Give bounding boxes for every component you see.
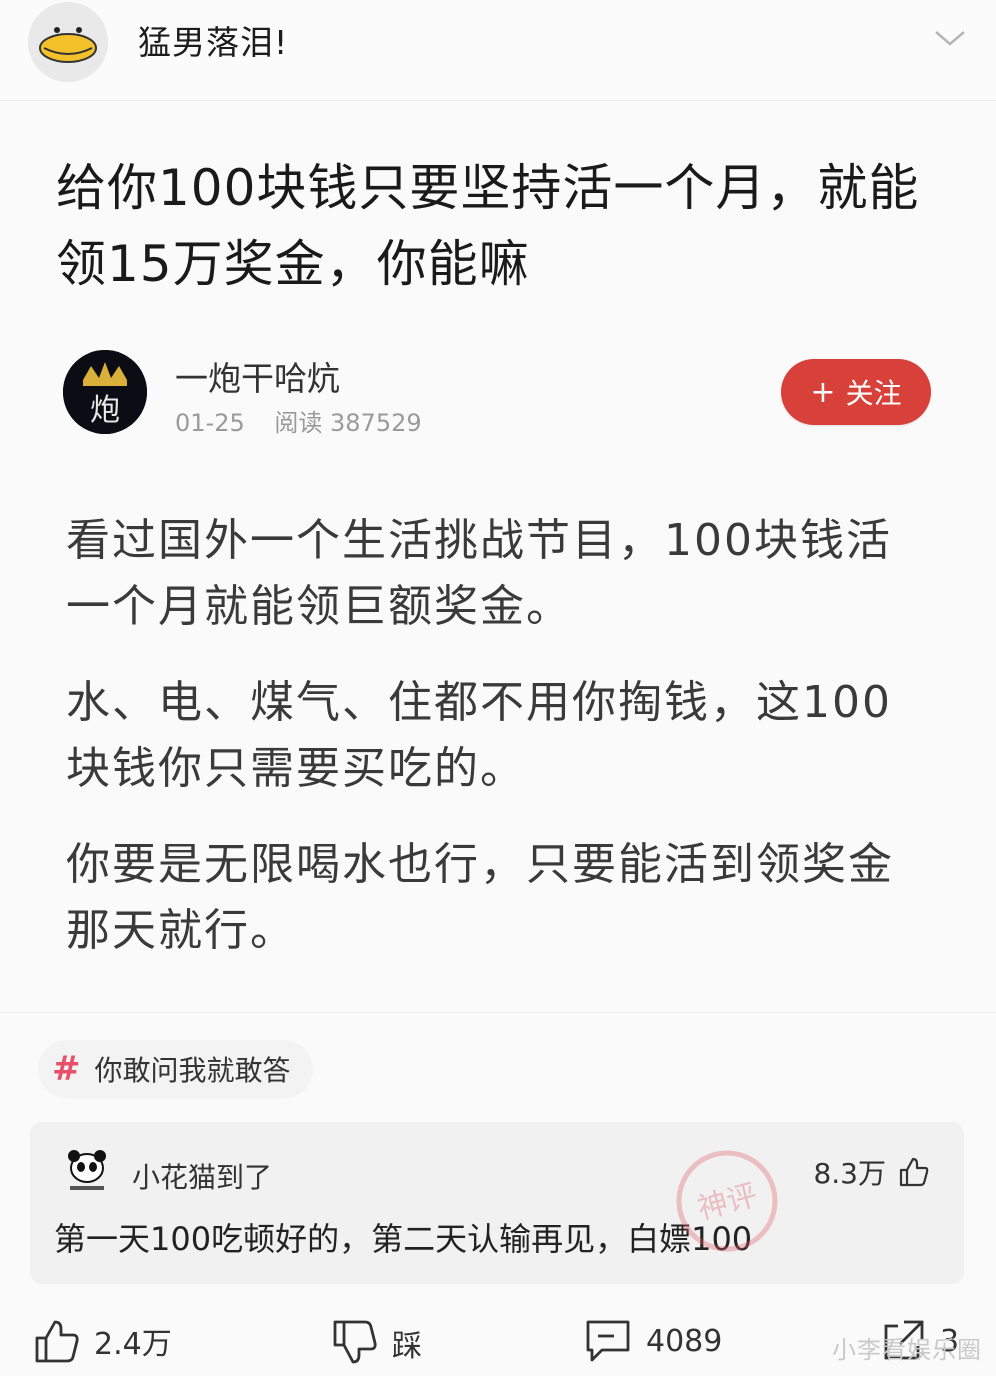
follow-button[interactable]: + 关注 xyxy=(781,359,931,425)
post-date: 01-25 xyxy=(175,409,245,437)
like-button[interactable]: 2.4万 xyxy=(34,1318,172,1364)
body-paragraph: 看过国外一个生活挑战节目，100块钱活一个月就能领巨额奖金。 xyxy=(66,515,892,632)
thumbs-up-icon xyxy=(899,1157,929,1187)
plus-icon: + xyxy=(810,374,836,410)
topic-label: 你敢问我就敢答 xyxy=(94,1054,291,1087)
profile-name: 猛男落泪! xyxy=(138,23,289,62)
thumbs-up-icon xyxy=(35,1320,79,1363)
hash-icon: # xyxy=(52,1049,81,1089)
post-title: 给你100块钱只要坚持活一个月，就能领15万奖金，你能嘛 xyxy=(56,159,920,293)
read-count: 阅读 387529 xyxy=(274,409,422,437)
comment-like-count: 8.3万 xyxy=(813,1157,886,1190)
stamp-label: 神评 xyxy=(694,1178,761,1227)
panda-avatar-icon[interactable] xyxy=(60,1144,114,1198)
topic-tag[interactable]: # 你敢问我就敢答 xyxy=(38,1040,313,1098)
duck-face-icon xyxy=(28,2,108,82)
comment-button[interactable]: 4089 xyxy=(584,1318,722,1364)
comment-username[interactable]: 小花猫到了 xyxy=(132,1156,272,1196)
comment-count: 4089 xyxy=(646,1323,723,1359)
comment-bubble-icon xyxy=(586,1320,630,1362)
crown-avatar-icon: 炮 xyxy=(63,350,147,434)
top-comment[interactable]: 小花猫到了 8.3万 第一天100吃顿好的，第二天认输再见，白嫖100 xyxy=(30,1122,964,1284)
avatar-glyph: 炮 xyxy=(90,393,120,428)
watermark: 小李看娱乐圈 xyxy=(832,1336,982,1364)
author-avatar[interactable]: 炮 xyxy=(63,350,147,434)
body-paragraph: 水、电、煤气、住都不用你掏钱，这100块钱你只需要买吃的。 xyxy=(66,677,892,794)
author-name[interactable]: 一炮干哈炕 xyxy=(175,352,340,400)
author-meta: 01-25 阅读 387529 xyxy=(175,403,444,438)
thumbs-down-icon xyxy=(333,1320,377,1364)
follow-label: 关注 xyxy=(845,377,902,410)
comment-like-button[interactable]: 8.3万 xyxy=(813,1152,930,1192)
top-bar: 猛男落泪! xyxy=(0,0,996,101)
dislike-label: 踩 xyxy=(392,1329,422,1364)
body-paragraph: 你要是无限喝水也行，只要能活到领奖金那天就行。 xyxy=(66,839,894,956)
dislike-button[interactable]: 踩 xyxy=(332,1318,422,1368)
chevron-down-icon[interactable] xyxy=(930,22,970,52)
profile-avatar[interactable] xyxy=(28,2,108,82)
like-count: 2.4万 xyxy=(94,1327,172,1362)
hot-comment-stamp-icon: 神评 xyxy=(676,1150,778,1252)
post-body: 看过国外一个生活挑战节目，100块钱活一个月就能领巨额奖金。 水、电、煤气、住都… xyxy=(66,508,936,994)
comment-text: 第一天100吃顿好的，第二天认输再见，白嫖100 xyxy=(54,1220,753,1258)
divider xyxy=(0,1012,996,1013)
